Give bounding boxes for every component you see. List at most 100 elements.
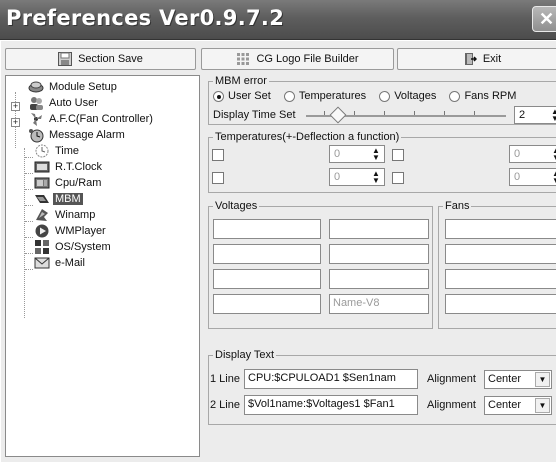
temperatures-caption: Temperatures(+-Deflection a function) [213,131,402,143]
radio-label: User Set [228,90,271,102]
exit-icon [464,53,477,65]
tree-line [25,157,33,158]
radio-dot [283,90,295,102]
temperature-spinner-1[interactable]: 0 ▲ ▼ [329,145,385,163]
slider-tick [384,111,385,115]
tree-line [25,173,33,174]
chevron-down-icon[interactable]: ▼ [535,372,550,387]
slider-tick [474,111,475,115]
radio-fans-rpm[interactable]: Fans RPM [449,90,516,102]
tree-item-email[interactable]: e-Mail [34,255,87,271]
fan-controller-icon [28,111,44,127]
tree-item-fan-controller[interactable]: A.F.C(Fan Controller) [28,111,155,127]
voltage-name-field-8[interactable]: Name-V8 [329,294,429,314]
expand-auto-user[interactable]: + [11,102,20,111]
line1-text-field[interactable]: CPU:$CPULOAD1 $Sen1nam [244,369,418,389]
rt-clock-icon [34,159,50,175]
voltage-name-field-6[interactable] [329,269,429,289]
voltage-name-field-2[interactable] [329,219,429,239]
spinner-value: 0 [514,148,521,160]
section-tree[interactable]: + + Module Setup Auto User A.F.C(Fan Con… [5,75,200,457]
radio-dot [379,90,391,102]
radio-label: Voltages [394,90,437,102]
section-save-button[interactable]: Section Save [5,48,196,70]
select-value: Center [488,399,522,411]
tree-item-label: R.T.Clock [55,161,103,173]
module-setup-icon [28,79,44,95]
window-client: Section Save CG Logo File Builder Exit +… [0,41,556,462]
radio-user-set[interactable]: User Set [213,90,271,102]
temperature-spinner-3[interactable]: 0 ▲ ▼ [329,168,385,186]
tree-line [25,189,33,190]
tree-item-label: MBM [53,193,83,205]
time-icon [34,143,50,159]
tree-item-label: A.F.C(Fan Controller) [49,113,153,125]
radio-label: Temperatures [298,90,367,102]
display-text-caption: Display Text [213,349,277,361]
tree-item-winamp[interactable]: Winamp [34,207,97,223]
temperature-checkbox-1[interactable] [212,149,224,161]
toolbar: Section Save CG Logo File Builder Exit [5,48,556,70]
save-icon [58,52,73,66]
tree-item-message-alarm[interactable]: Message Alarm [28,127,127,143]
voltage-name-field-4[interactable] [329,244,429,264]
radio-temperatures[interactable]: Temperatures [283,90,367,102]
temperature-checkbox-2[interactable] [392,149,404,161]
voltage-name-field-5[interactable] [213,269,321,289]
email-icon [34,255,50,271]
slider-tick [324,111,325,115]
chevron-down-icon[interactable]: ▼ [535,398,550,413]
alignment2-select[interactable]: Center ▼ [484,396,552,415]
temperature-spinner-2[interactable]: 0 ▲ ▼ [509,145,556,163]
title-bar[interactable]: Preferences Ver0.9.7.2 ✕ [0,0,556,40]
voltage-name-field-7[interactable] [213,294,321,314]
tree-line [25,237,33,238]
mbm-error-options: User Set Temperatures Voltages Fans RPM [213,90,526,105]
slider-tick [354,111,355,115]
wmplayer-icon [34,223,50,239]
tree-item-wmplayer[interactable]: WMPlayer [34,223,108,239]
fan-name-field-1[interactable] [445,219,556,239]
display-time-spinner[interactable]: 2 ▲ ▼ [514,106,556,124]
spinner-value: 0 [334,148,341,160]
spinner-value: 0 [334,171,341,183]
spinner-arrows-icon[interactable]: ▲ ▼ [549,147,556,162]
tree-item-mbm[interactable]: MBM [34,191,83,207]
line2-text-field[interactable]: $Vol1name:$Voltages1 $Fan1 [244,395,418,415]
spinner-arrows-icon[interactable]: ▲ ▼ [548,108,556,123]
tree-item-os-system[interactable]: OS/System [34,239,113,255]
spinner-arrows-icon[interactable]: ▲ ▼ [369,170,383,185]
exit-label: Exit [482,53,502,65]
fan-name-field-2[interactable] [445,244,556,264]
close-button[interactable]: ✕ [532,6,556,32]
tree-item-label: e-Mail [55,257,85,269]
spinner-value: 0 [514,171,521,183]
tree-item-auto-user[interactable]: Auto User [28,95,100,111]
fan-name-field-3[interactable] [445,269,556,289]
select-value: Center [488,373,522,385]
tree-item-rt-clock[interactable]: R.T.Clock [34,159,104,175]
radio-dot [449,90,461,102]
temperature-checkbox-3[interactable] [212,172,224,184]
message-alarm-icon [28,127,44,143]
fan-name-field-4[interactable] [445,294,556,314]
expand-fan-controller[interactable]: + [11,118,20,127]
logo-builder-button[interactable]: CG Logo File Builder [201,48,394,70]
slider-thumb[interactable] [329,106,347,124]
radio-voltages[interactable]: Voltages [379,90,436,102]
tree-item-label: Auto User [49,97,98,109]
temperature-checkbox-4[interactable] [392,172,404,184]
alignment1-select[interactable]: Center ▼ [484,370,552,389]
temperature-spinner-4[interactable]: 0 ▲ ▼ [509,168,556,186]
tree-item-label: Message Alarm [49,129,125,141]
exit-button[interactable]: Exit [397,48,556,70]
tree-item-time[interactable]: Time [34,143,81,159]
spinner-arrows-icon[interactable]: ▲ ▼ [549,170,556,185]
spinner-arrows-icon[interactable]: ▲ ▼ [369,147,383,162]
tree-item-module-setup[interactable]: Module Setup [28,79,119,95]
voltage-name-field-3[interactable] [213,244,321,264]
grid-icon [237,53,250,65]
voltage-name-field-1[interactable] [213,219,321,239]
fans-caption: Fans [443,200,472,212]
tree-item-cpu-ram[interactable]: Cpu/Ram [34,175,103,191]
